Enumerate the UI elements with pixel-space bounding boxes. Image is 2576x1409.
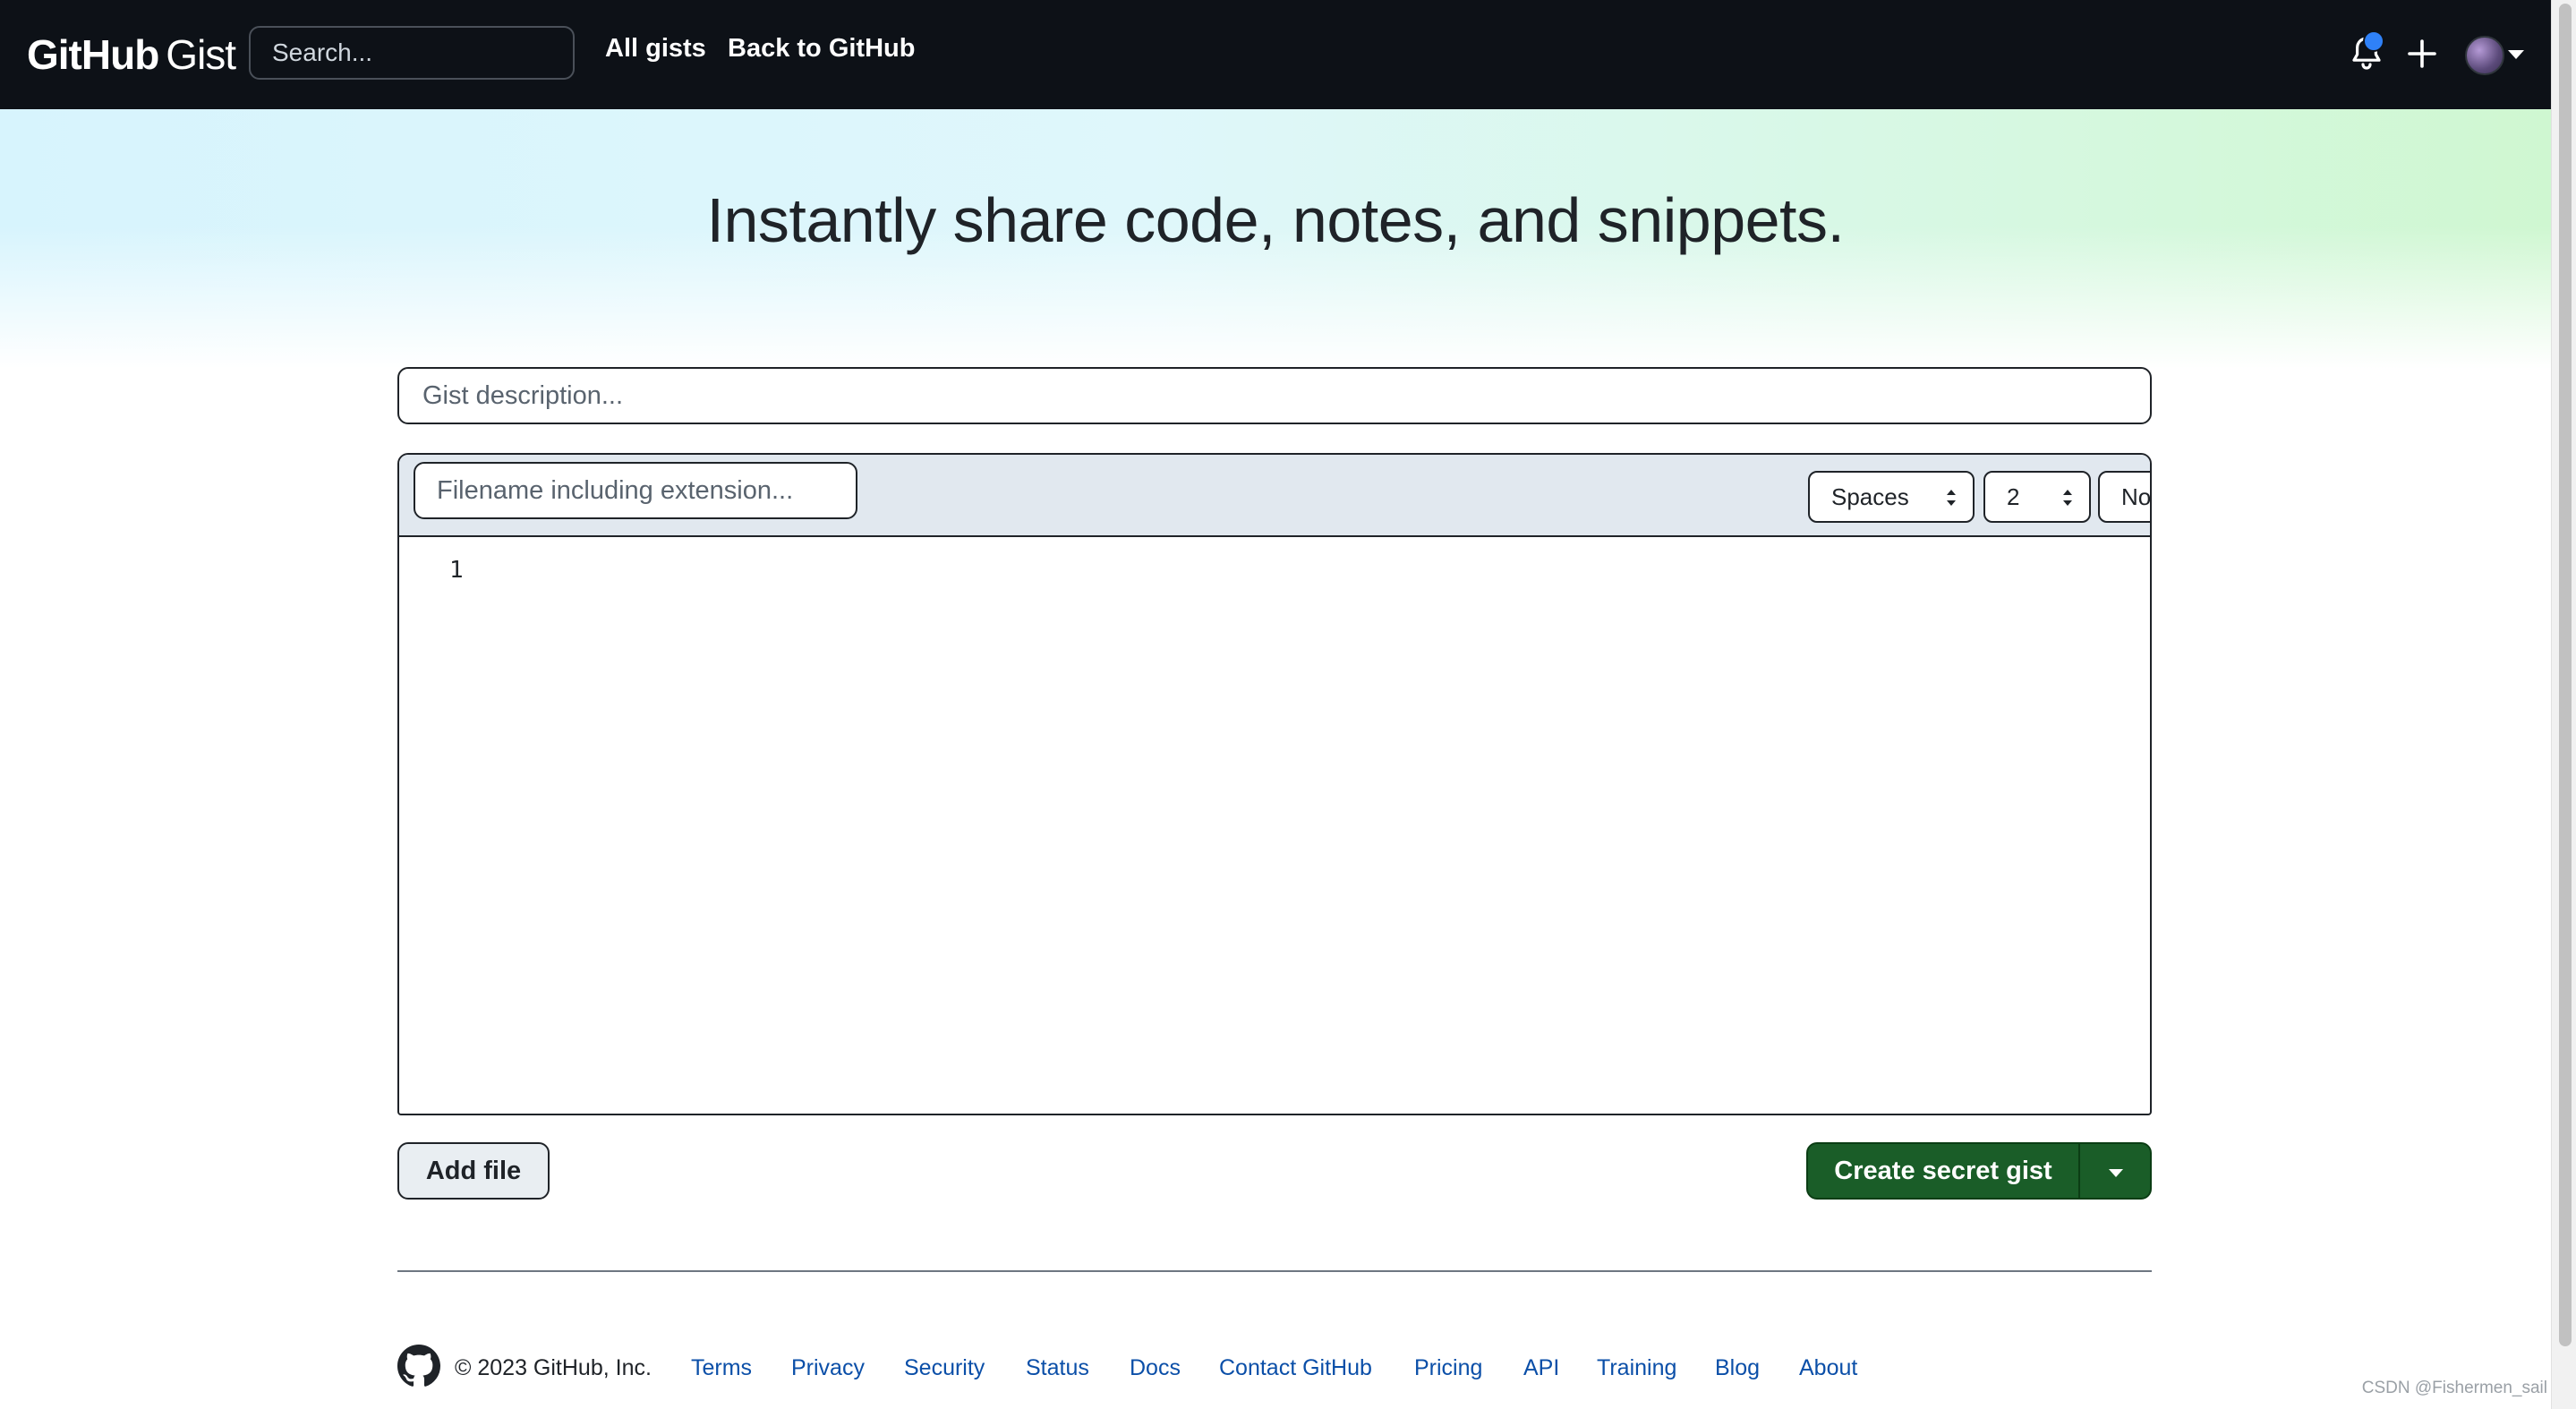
- plus-icon[interactable]: [2401, 32, 2444, 75]
- search-input[interactable]: [249, 26, 575, 80]
- avatar[interactable]: [2465, 36, 2504, 75]
- footer-link-pricing[interactable]: Pricing: [1414, 1355, 1482, 1381]
- footer-link-training[interactable]: Training: [1597, 1355, 1676, 1381]
- footer-link-docs[interactable]: Docs: [1130, 1355, 1181, 1381]
- footer-link-privacy[interactable]: Privacy: [791, 1355, 865, 1381]
- nav-all-gists[interactable]: All gists: [605, 34, 706, 64]
- indent-size-select[interactable]: 2: [1983, 471, 2091, 523]
- indent-mode-select[interactable]: Spaces: [1808, 471, 1975, 523]
- file-editor-header: Spaces 2 No wrap: [399, 455, 2150, 537]
- indent-size-value: 2: [2007, 482, 2020, 510]
- footer-link-status[interactable]: Status: [1026, 1355, 1089, 1381]
- github-mark-icon[interactable]: [397, 1345, 440, 1388]
- footer-link-about[interactable]: About: [1799, 1355, 1857, 1381]
- nav-back-to-github[interactable]: Back to GitHub: [728, 34, 915, 64]
- footer-link-api[interactable]: API: [1523, 1355, 1559, 1381]
- add-file-button[interactable]: Add file: [397, 1142, 550, 1200]
- wrap-mode-select[interactable]: No wrap: [2098, 471, 2152, 523]
- scrollbar-thumb[interactable]: [2559, 4, 2572, 1346]
- chevron-down-icon: [2109, 1169, 2123, 1177]
- line-number: 1: [449, 557, 464, 584]
- select-arrows-icon: [2063, 490, 2072, 506]
- footer-divider: [397, 1270, 2152, 1272]
- footer-link-security[interactable]: Security: [904, 1355, 985, 1381]
- footer-link-blog[interactable]: Blog: [1715, 1355, 1760, 1381]
- github-gist-logo[interactable]: GitHub Gist: [27, 29, 236, 81]
- top-navbar: GitHub Gist All gists Back to GitHub: [0, 0, 2551, 109]
- chevron-down-icon[interactable]: [2508, 50, 2524, 59]
- page-title: Instantly share code, notes, and snippet…: [706, 185, 1845, 255]
- footer-copyright: © 2023 GitHub, Inc.: [455, 1355, 652, 1380]
- logo-gist-text: Gist: [166, 31, 236, 78]
- notification-indicator: [2363, 30, 2384, 52]
- create-gist-options-button[interactable]: [2078, 1142, 2152, 1200]
- footer-link-contact-github[interactable]: Contact GitHub: [1219, 1355, 1372, 1381]
- logo-github-text: GitHub: [27, 31, 159, 78]
- footer: © 2023 GitHub, Inc. Terms Privacy Securi…: [397, 1345, 2152, 1389]
- watermark: CSDN @Fishermen_sail: [2361, 1379, 2547, 1397]
- wrap-mode-value: No wrap: [2121, 482, 2152, 510]
- page-scrollbar[interactable]: [2551, 0, 2576, 1409]
- create-secret-gist-button[interactable]: Create secret gist: [1806, 1142, 2080, 1200]
- gist-description-input[interactable]: [397, 367, 2152, 424]
- filename-input[interactable]: [414, 462, 857, 519]
- footer-link-terms[interactable]: Terms: [691, 1355, 752, 1381]
- code-area[interactable]: [498, 537, 2150, 1114]
- select-arrows-icon: [1947, 490, 1956, 506]
- file-editor: Spaces 2 No wrap 1: [397, 453, 2152, 1115]
- indent-mode-value: Spaces: [1831, 482, 1909, 510]
